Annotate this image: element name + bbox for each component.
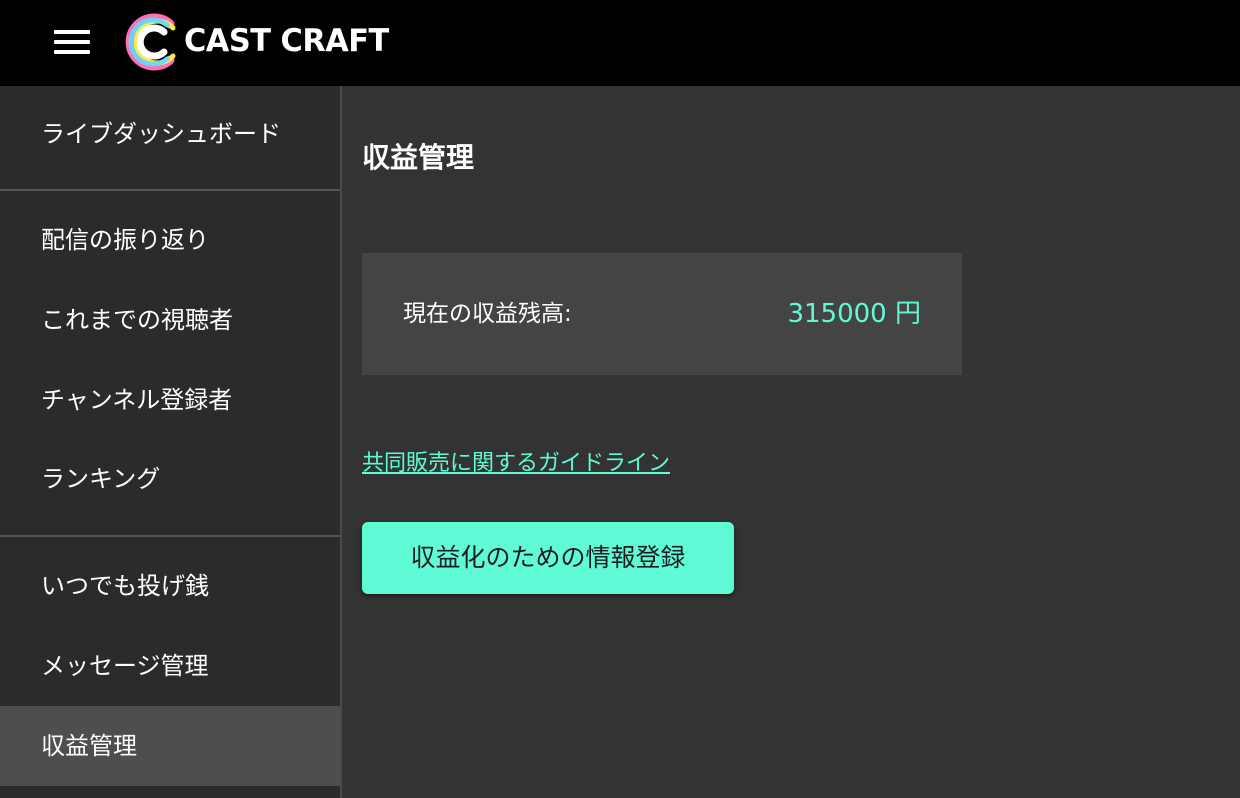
top-bar: CAST CRAFT [0, 0, 1240, 86]
balance-value: 315000 円 [787, 299, 921, 329]
sidebar-item-ranking[interactable]: ランキング [0, 439, 340, 519]
sidebar-item-live-dashboard[interactable]: ライブダッシュボード [0, 94, 340, 174]
sidebar-item-stream-review[interactable]: 配信の振り返り [0, 200, 340, 280]
sidebar-item-revenue-management[interactable]: 収益管理 [0, 706, 340, 786]
logo-text: CAST CRAFT [184, 23, 389, 59]
logo[interactable]: CAST CRAFT [120, 10, 400, 74]
hamburger-menu-icon[interactable] [50, 25, 94, 61]
menu-line [54, 40, 90, 44]
page-title: 収益管理 [362, 141, 475, 174]
sidebar-item-past-viewers[interactable]: これまでの視聴者 [0, 280, 340, 360]
sidebar-divider [0, 189, 340, 191]
monetization-register-button[interactable]: 収益化のための情報登録 [362, 522, 734, 594]
balance-label: 現在の収益残高: [403, 301, 572, 327]
menu-line [54, 30, 90, 34]
menu-line [54, 50, 90, 54]
sidebar-item-anytime-tipping[interactable]: いつでも投げ銭 [0, 546, 340, 626]
cast-craft-logo-icon [125, 13, 176, 71]
guideline-link[interactable]: 共同販売に関するガイドライン [362, 446, 670, 482]
main-content: 収益管理 現在の収益残高: 315000 円 共同販売に関するガイドライン 収益… [342, 86, 1240, 798]
sidebar: ライブダッシュボード 配信の振り返り これまでの視聴者 チャンネル登録者 ランキ… [0, 86, 340, 798]
sidebar-divider [0, 535, 340, 537]
sidebar-item-channel-subscribers[interactable]: チャンネル登録者 [0, 360, 340, 440]
sidebar-item-message-management[interactable]: メッセージ管理 [0, 626, 340, 706]
balance-card: 現在の収益残高: 315000 円 [362, 253, 962, 375]
